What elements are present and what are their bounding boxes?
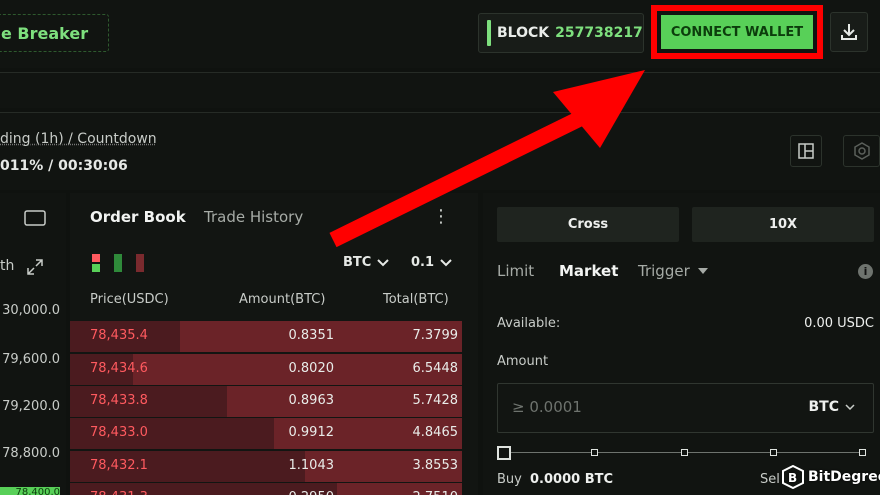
buy-value: 0.0000 BTC — [530, 472, 613, 487]
y-axis-tick: 79,200.0 — [0, 399, 60, 414]
ask-amount: 0.8351 — [289, 328, 335, 343]
market-info-bar — [0, 112, 880, 190]
caret-down-icon — [698, 268, 708, 274]
ask-total: 7.3799 — [413, 328, 459, 343]
ask-price: 78,433.0 — [90, 425, 148, 440]
more-options-icon[interactable]: ⋮ — [432, 206, 450, 227]
connect-wallet-button[interactable]: CONNECT WALLET — [661, 15, 813, 49]
y-axis-tick: 78,400.0 — [0, 487, 60, 495]
col-header-total: Total(BTC) — [383, 292, 449, 307]
y-axis-tick: 30,000.0 — [0, 303, 60, 318]
svg-text:B: B — [788, 471, 797, 485]
ask-total: 5.7428 — [413, 393, 459, 408]
y-axis-tick: 78,800.0 — [0, 446, 60, 461]
ask-price: 78,434.6 — [90, 361, 148, 376]
amount-label: Amount — [497, 354, 548, 369]
slider-mark-100[interactable] — [859, 449, 866, 456]
ask-total: 3.8553 — [413, 458, 459, 473]
both-sides-view-icon[interactable] — [92, 254, 100, 272]
ask-price: 78,435.4 — [90, 328, 148, 343]
asks-view-icon[interactable] — [136, 254, 144, 272]
amount-unit-select[interactable]: BTC — [809, 399, 856, 415]
depth-label: th — [0, 258, 14, 274]
ask-row[interactable]: 78,431.3 0.2950 2.7510 — [70, 483, 462, 495]
amount-slider-handle[interactable] — [497, 446, 511, 460]
layout-icon — [798, 143, 814, 159]
ask-total: 6.5448 — [413, 361, 459, 376]
ask-amount: 1.1043 — [289, 458, 335, 473]
ticker-strip — [0, 72, 880, 108]
tab-market[interactable]: Market — [559, 262, 618, 280]
funding-label: ding (1h) / Countdown — [0, 131, 157, 147]
watermark-text: BitDegree — [808, 469, 880, 485]
slider-mark-75[interactable] — [770, 449, 777, 456]
ask-amount: 0.8963 — [289, 393, 335, 408]
tab-trigger[interactable]: Trigger — [638, 262, 708, 280]
expand-icon[interactable] — [26, 258, 44, 276]
symbol-select[interactable]: BTC — [343, 255, 389, 270]
chevron-down-icon — [440, 259, 452, 267]
available-value: 0.00 USDC — [804, 316, 874, 331]
chevron-down-icon — [377, 259, 389, 267]
brand-logo: e Breaker — [0, 14, 109, 52]
tab-limit[interactable]: Limit — [497, 262, 534, 280]
download-button[interactable] — [830, 12, 868, 52]
amount-unit-value: BTC — [809, 399, 840, 415]
download-icon — [839, 22, 859, 42]
ask-total: 2.7510 — [413, 490, 459, 495]
ask-price: 78,431.3 — [90, 490, 148, 495]
tab-trigger-label: Trigger — [638, 262, 690, 280]
col-header-amount: Amount(BTC) — [239, 292, 325, 307]
available-label: Available: — [497, 316, 560, 331]
block-indicator: BLOCK 257738217 — [478, 13, 644, 53]
brand-name: e Breaker — [1, 24, 88, 43]
funding-value: 011% / 00:30:06 — [0, 158, 128, 174]
buy-label: Buy — [497, 472, 522, 487]
ask-amount: 0.2950 — [289, 490, 335, 495]
slider-mark-25[interactable] — [591, 449, 598, 456]
settings-button[interactable] — [843, 135, 880, 167]
block-label: BLOCK — [497, 25, 549, 41]
ask-total: 4.8465 — [413, 425, 459, 440]
y-axis-tick: 79,600.0 — [0, 352, 60, 367]
amount-field: BTC — [497, 383, 874, 433]
leverage-button[interactable]: 10X — [692, 207, 874, 242]
tab-trade-history[interactable]: Trade History — [204, 208, 303, 226]
amount-input[interactable] — [512, 398, 712, 416]
window-icon[interactable] — [24, 210, 46, 226]
gear-icon — [853, 142, 871, 160]
tab-order-book[interactable]: Order Book — [90, 208, 186, 226]
ask-price: 78,433.8 — [90, 393, 148, 408]
ask-amount: 0.8020 — [289, 361, 335, 376]
bitdegree-logo-icon: B — [782, 465, 804, 489]
info-icon[interactable]: i — [858, 264, 873, 279]
ask-amount: 0.9912 — [289, 425, 335, 440]
block-indicator-bar — [487, 20, 491, 46]
ask-row[interactable]: 78,432.1 1.1043 3.8553 — [70, 451, 462, 482]
margin-mode-button[interactable]: Cross — [497, 207, 679, 242]
book-view-toggle — [92, 254, 144, 272]
ask-row[interactable]: 78,433.0 0.9912 4.8465 — [70, 418, 462, 449]
step-select-value: 0.1 — [411, 255, 434, 270]
ask-row[interactable]: 78,433.8 0.8963 5.7428 — [70, 386, 462, 417]
ask-price: 78,432.1 — [90, 458, 148, 473]
symbol-select-value: BTC — [343, 255, 371, 270]
buy-summary: Buy 0.0000 BTC — [497, 472, 613, 487]
ask-row[interactable]: 78,434.6 0.8020 6.5448 — [70, 354, 462, 385]
col-header-price: Price(USDC) — [90, 292, 169, 307]
layout-button[interactable] — [790, 135, 822, 167]
bitdegree-watermark: B BitDegree — [782, 462, 880, 492]
chevron-down-icon — [845, 404, 855, 410]
slider-mark-50[interactable] — [681, 449, 688, 456]
step-select[interactable]: 0.1 — [411, 255, 452, 270]
ask-row[interactable]: 78,435.4 0.8351 7.3799 — [70, 321, 462, 352]
block-number: 257738217 — [555, 25, 643, 41]
bids-view-icon[interactable] — [114, 254, 122, 272]
sell-label: Sel — [760, 472, 780, 487]
